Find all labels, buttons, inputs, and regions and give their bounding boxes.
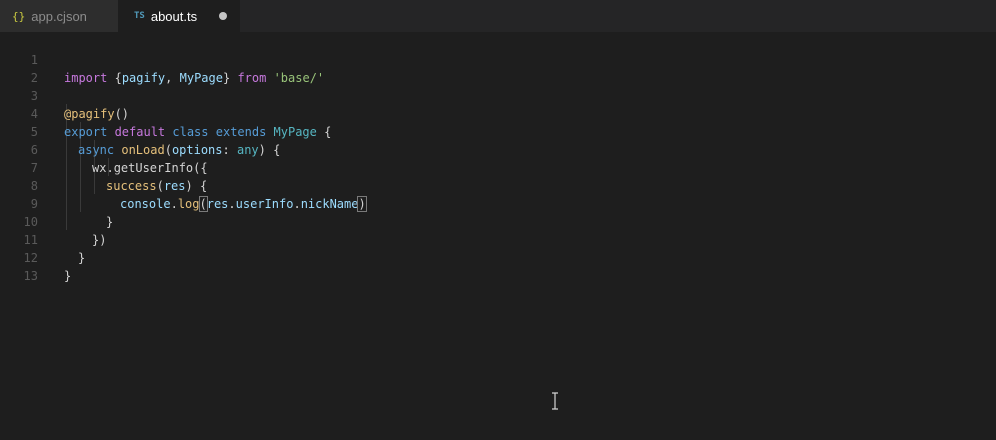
text-cursor-icon: [552, 392, 558, 410]
code-line: 1 import {pagify, MyPage} from 'base/': [0, 33, 996, 85]
tab-label: app.cjson: [31, 8, 87, 24]
unsaved-changes-dot-icon[interactable]: [219, 12, 227, 20]
code-line: 3 @pagify(): [0, 69, 996, 121]
code-line: 5 async onLoad(options: any) {: [0, 105, 996, 157]
json-file-icon: {}: [12, 9, 26, 23]
punctuation: }: [64, 269, 72, 283]
code-line: 4 export default class extends MyPage {: [0, 87, 996, 139]
code-text: }: [64, 267, 71, 285]
tab-app-cjson[interactable]: {} app.cjson: [0, 0, 118, 32]
code-line: 7 success(res) {: [0, 141, 996, 193]
code-line: 11 }: [0, 213, 996, 265]
tab-about-ts[interactable]: TS about.ts: [118, 0, 240, 32]
line-number: 13: [23, 269, 38, 283]
tab-label: about.ts: [150, 8, 198, 24]
code-editor[interactable]: 1 import {pagify, MyPage} from 'base/' 2…: [0, 32, 996, 440]
code-line: 6 wx.getUserInfo({: [0, 123, 996, 175]
code-line: 2: [0, 51, 996, 85]
code-line: 10 }): [0, 195, 996, 247]
code-line: 9 }: [0, 177, 996, 229]
code-line: 8 console.log(res.userInfo.nickName): [0, 159, 996, 212]
code-line: 13: [0, 249, 996, 283]
editor-tab-bar: {} app.cjson TS about.ts: [0, 0, 996, 32]
code-line: 12 }: [0, 231, 996, 283]
typescript-file-icon: TS: [134, 11, 145, 21]
